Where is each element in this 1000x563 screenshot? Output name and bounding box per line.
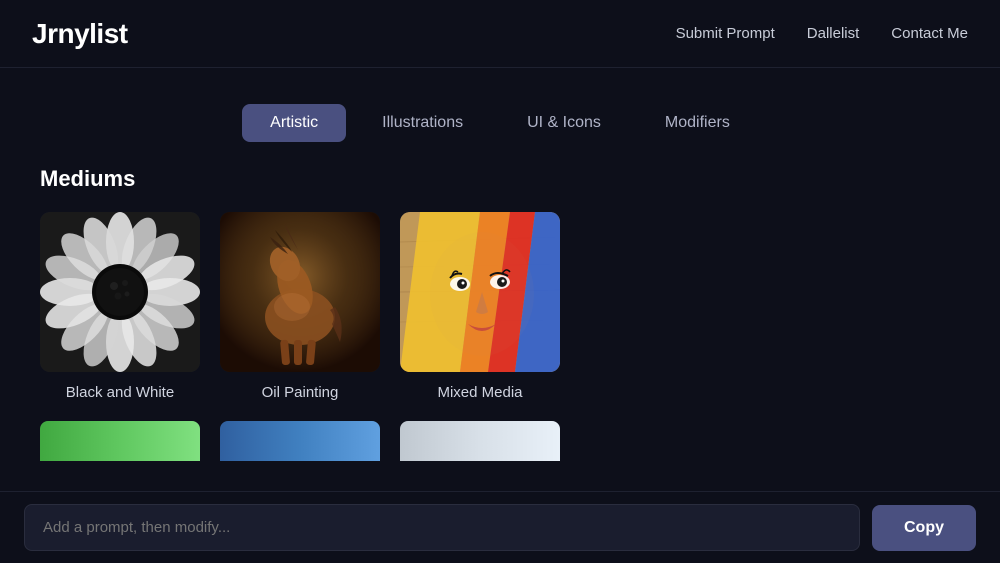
card-image-bw bbox=[40, 212, 200, 372]
section-title-mediums: Mediums bbox=[40, 166, 960, 192]
cards-grid: Black and White bbox=[40, 212, 960, 401]
card-label-mixed: Mixed Media bbox=[437, 384, 522, 401]
card-mixed-media[interactable]: Mixed Media bbox=[400, 212, 560, 401]
card-label-oil: Oil Painting bbox=[262, 384, 339, 401]
card-label-bw: Black and White bbox=[66, 384, 174, 401]
nav-submit-prompt[interactable]: Submit Prompt bbox=[676, 25, 775, 42]
card-preview-2 bbox=[220, 421, 380, 461]
card-image-horse bbox=[220, 212, 380, 372]
prompt-input[interactable] bbox=[24, 504, 860, 551]
nav: Submit Prompt Dallelist Contact Me bbox=[676, 25, 968, 42]
card-preview-3 bbox=[400, 421, 560, 461]
tabs-section: Artistic Illustrations UI & Icons Modifi… bbox=[0, 68, 1000, 166]
card-preview-1 bbox=[40, 421, 200, 461]
copy-button[interactable]: Copy bbox=[872, 505, 976, 551]
bottom-bar: Copy bbox=[0, 491, 1000, 563]
nav-dallelist[interactable]: Dallelist bbox=[807, 25, 860, 42]
header: Jrnylist Submit Prompt Dallelist Contact… bbox=[0, 0, 1000, 68]
tab-modifiers[interactable]: Modifiers bbox=[637, 104, 758, 142]
main-content: Mediums bbox=[0, 166, 1000, 461]
tab-ui-icons[interactable]: UI & Icons bbox=[499, 104, 629, 142]
tab-artistic[interactable]: Artistic bbox=[242, 104, 346, 142]
card-image-mixed bbox=[400, 212, 560, 372]
card-oil-painting[interactable]: Oil Painting bbox=[220, 212, 380, 401]
tab-illustrations[interactable]: Illustrations bbox=[354, 104, 491, 142]
logo[interactable]: Jrnylist bbox=[32, 18, 128, 50]
nav-contact-me[interactable]: Contact Me bbox=[891, 25, 968, 42]
cards-grid-bottom bbox=[40, 421, 960, 461]
card-black-and-white[interactable]: Black and White bbox=[40, 212, 200, 401]
